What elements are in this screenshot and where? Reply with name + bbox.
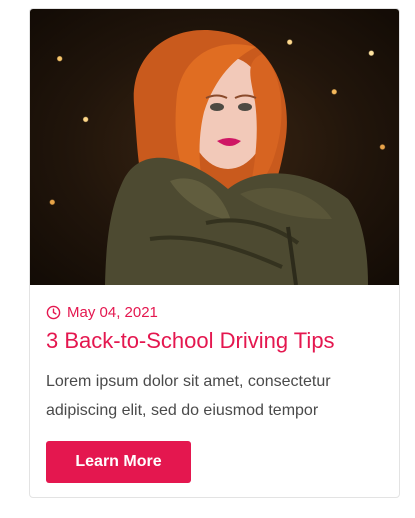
post-content: May 04, 2021 3 Back-to-School Driving Ti… [46,303,386,425]
clock-icon [46,305,61,319]
post-date: May 04, 2021 [67,303,158,321]
learn-more-button[interactable]: Learn More [46,441,191,483]
post-featured-image[interactable] [30,9,399,286]
post-excerpt: Lorem ipsum dolor sit amet, consectetur … [46,373,331,419]
blog-post-card: May 04, 2021 3 Back-to-School Driving Ti… [29,8,400,498]
portrait-illustration [105,29,368,286]
post-date-row: May 04, 2021 [46,303,386,321]
post-title[interactable]: 3 Back-to-School Driving Tips [46,327,386,355]
